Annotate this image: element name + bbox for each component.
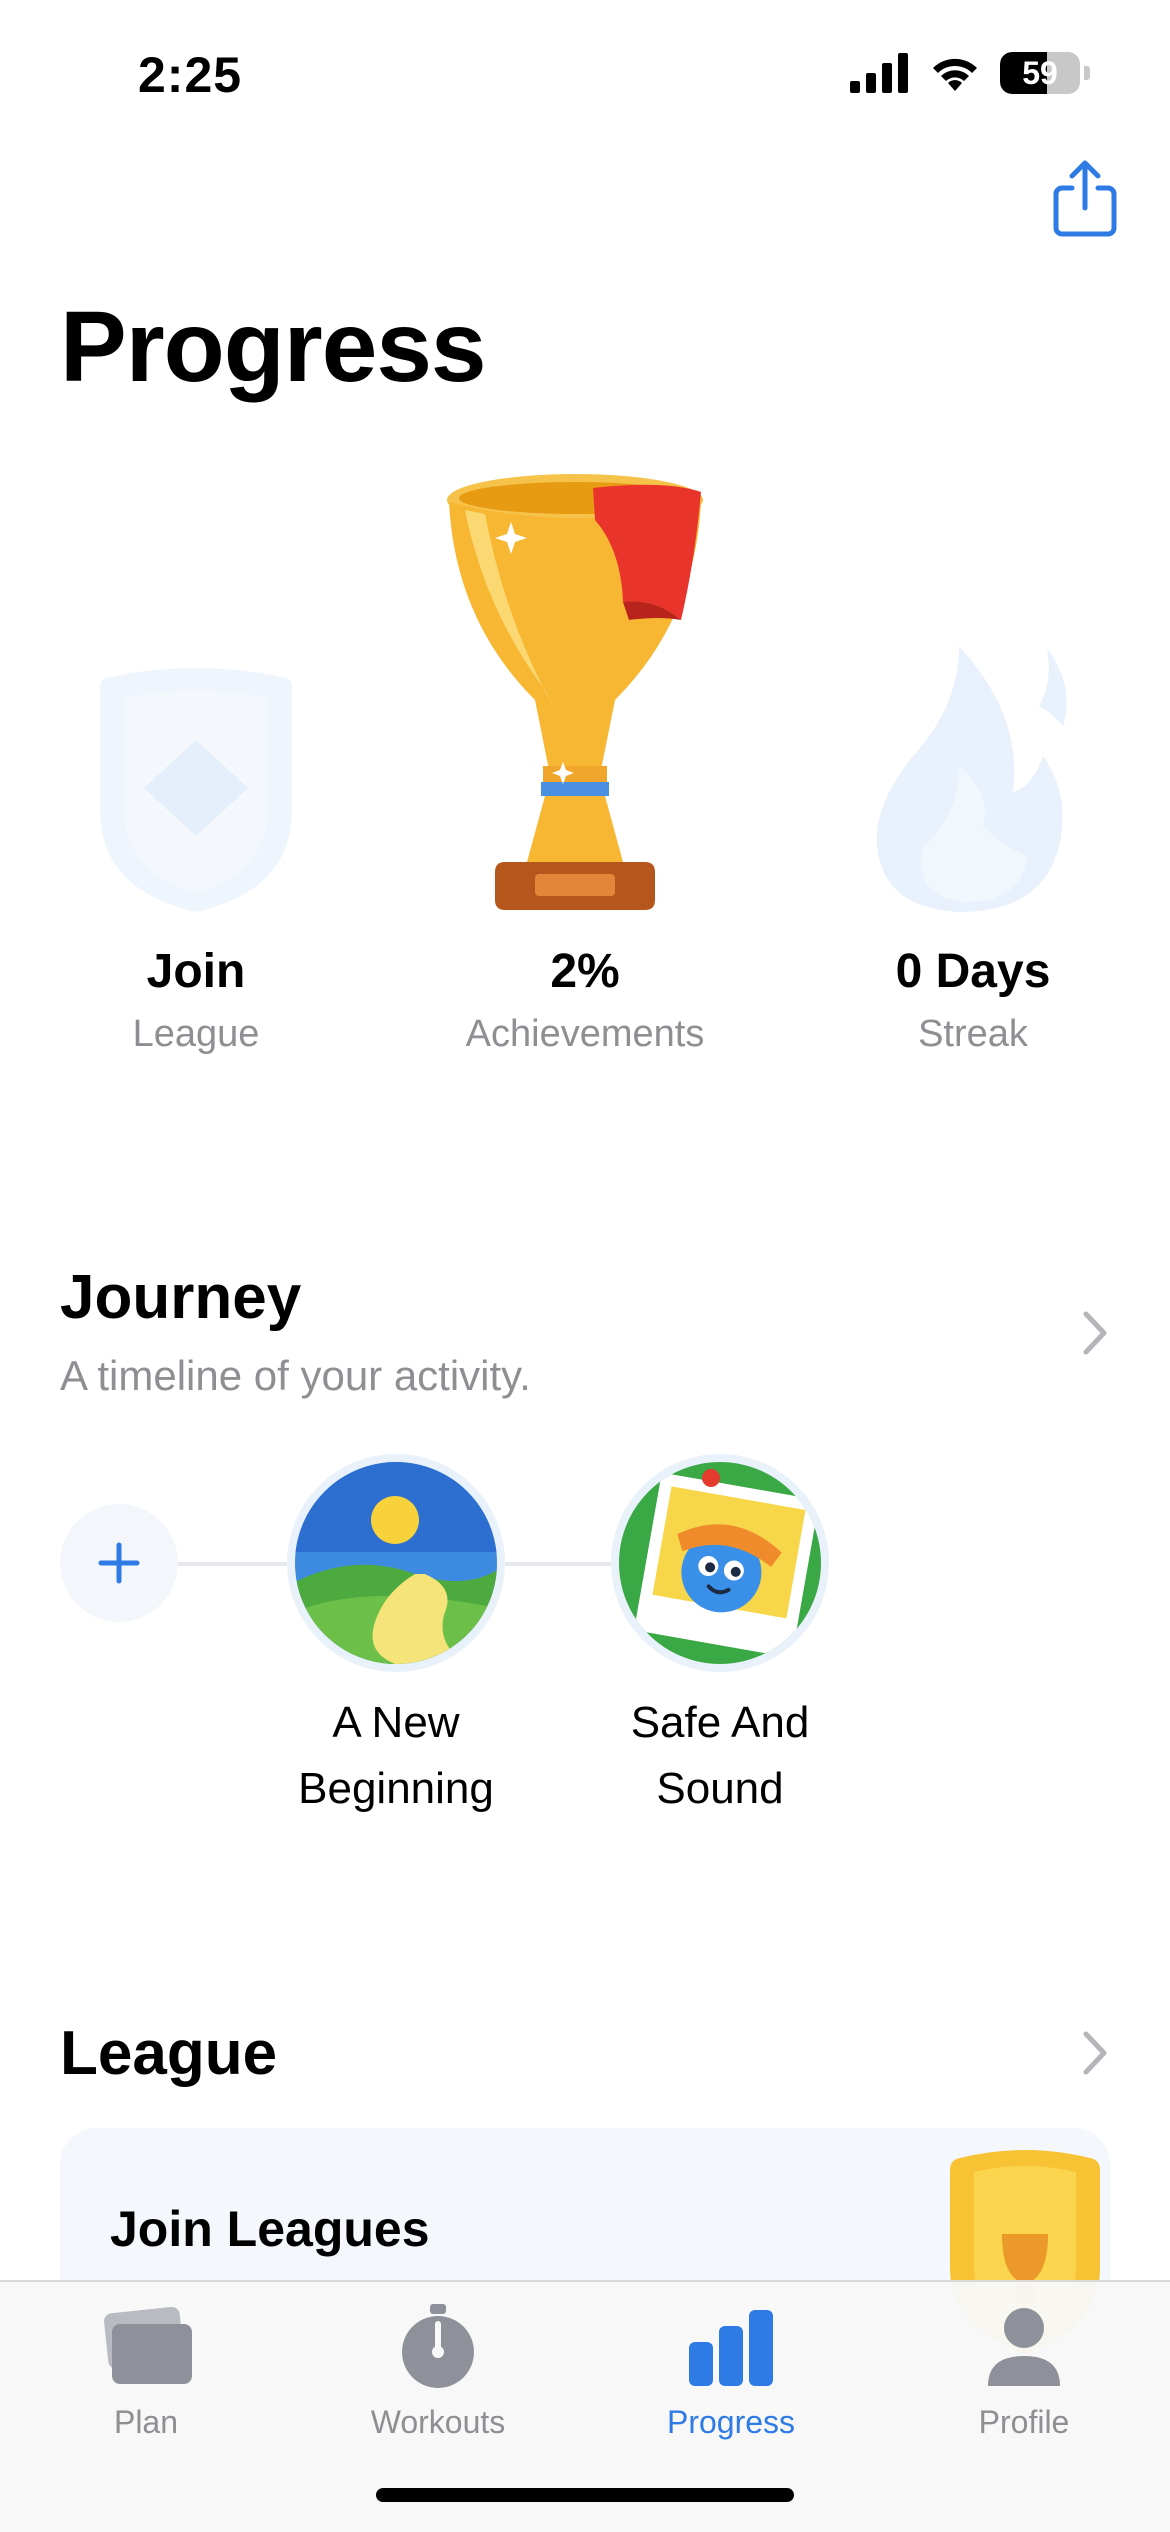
- stopwatch-icon: [402, 2304, 474, 2388]
- journey-badge: [611, 1454, 829, 1672]
- streak-stat-value: 0 Days: [895, 945, 1051, 998]
- journey-badge: [287, 1454, 505, 1672]
- achievements-stat-value: 2%: [550, 945, 620, 998]
- league-stat[interactable]: Join League: [46, 660, 346, 1056]
- achievements-stat[interactable]: 2% Achievements: [435, 470, 735, 1056]
- wifi-icon: [933, 58, 977, 91]
- tab-label: Progress: [666, 2404, 796, 2440]
- journey-item-label-line: Safe And: [630, 1698, 810, 1747]
- plus-icon: [98, 1542, 140, 1584]
- league-stat-label: League: [132, 1013, 260, 1055]
- journey-item-label-line: Sound: [656, 1764, 784, 1813]
- tab-profile[interactable]: Profile: [904, 2302, 1144, 2441]
- league-stat-value: Join: [146, 945, 246, 998]
- share-button[interactable]: [1050, 158, 1120, 238]
- trophy-icon: [447, 474, 703, 910]
- journey-item-safe-and-sound[interactable]: Safe And Sound: [570, 1454, 870, 1822]
- journey-item-new-beginning[interactable]: A New Beginning: [246, 1454, 546, 1822]
- tab-plan[interactable]: Plan: [26, 2302, 266, 2441]
- stats-row: Join League 2% Achievements 0 Days Strea…: [0, 470, 1170, 1070]
- bar-chart-icon: [689, 2310, 773, 2386]
- battery-level: 59: [1022, 54, 1058, 91]
- flame-icon: [876, 646, 1067, 912]
- page-title: Progress: [60, 291, 487, 403]
- shield-icon: [100, 668, 292, 912]
- join-leagues-card-title: Join Leagues: [110, 2201, 430, 2257]
- tab-workouts[interactable]: Workouts: [318, 2302, 558, 2441]
- league-title: League: [60, 2019, 278, 2088]
- battery-cap: [1084, 66, 1090, 80]
- journey-item-label: Safe And Sound: [570, 1690, 870, 1822]
- journey-item-label-line: Beginning: [298, 1764, 494, 1813]
- journey-subtitle: A timeline of your activity.: [60, 1352, 531, 1399]
- tab-label: Workouts: [370, 2404, 506, 2440]
- add-journey-button[interactable]: [60, 1504, 178, 1622]
- home-indicator[interactable]: [376, 2488, 794, 2502]
- journey-title: Journey: [60, 1263, 302, 1332]
- status-time: 2:25: [138, 47, 243, 103]
- landscape-sun-icon: [295, 1462, 497, 1664]
- journey-chevron-icon[interactable]: [1080, 1308, 1110, 1358]
- status-bar: 2:25 59: [0, 0, 1170, 150]
- pinned-photo-icon: [619, 1462, 821, 1664]
- achievements-stat-label: Achievements: [465, 1013, 705, 1055]
- league-chevron-icon[interactable]: [1080, 2028, 1110, 2078]
- streak-stat-label: Streak: [918, 1013, 1028, 1055]
- cards-icon: [104, 2306, 192, 2384]
- battery-icon: 59: [1000, 52, 1080, 94]
- streak-stat[interactable]: 0 Days Streak: [823, 646, 1123, 1056]
- journey-item-label: A New Beginning: [246, 1690, 546, 1822]
- tab-progress[interactable]: Progress: [611, 2302, 851, 2441]
- tab-label: Plan: [113, 2404, 179, 2440]
- cellular-signal-icon: [850, 53, 908, 93]
- status-icons: 59: [850, 52, 1090, 94]
- person-icon: [988, 2308, 1060, 2386]
- tab-label: Profile: [978, 2404, 1070, 2440]
- journey-item-label-line: A New: [332, 1698, 460, 1747]
